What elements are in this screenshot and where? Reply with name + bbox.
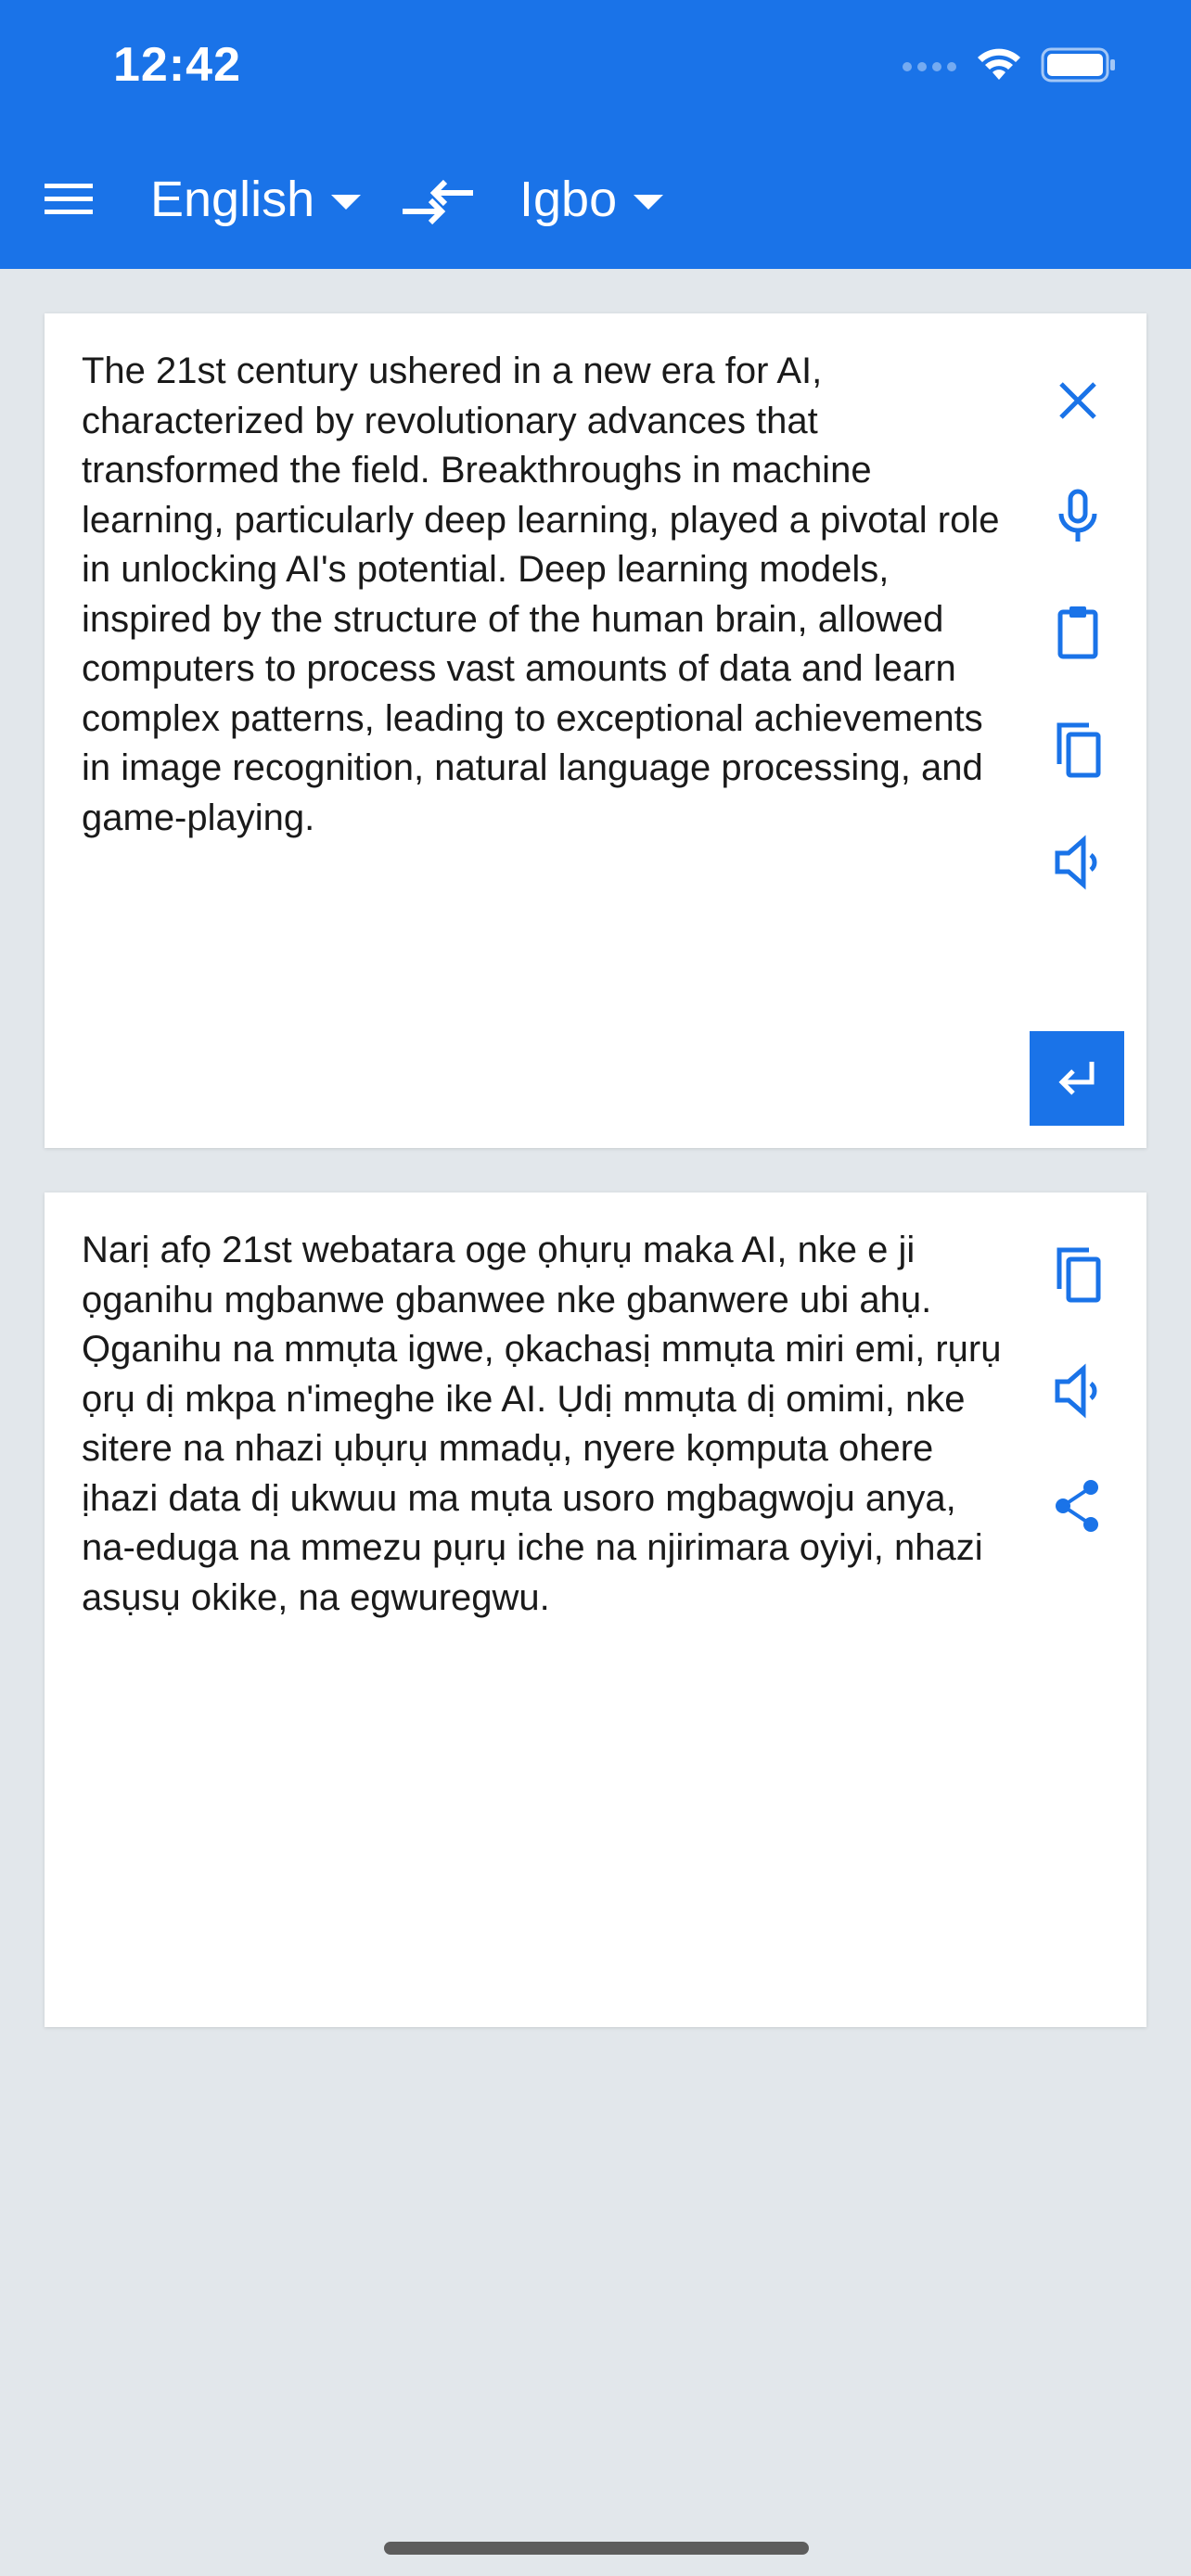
home-indicator[interactable] [384,2542,809,2555]
share-icon[interactable] [1048,1476,1108,1536]
swap-arrows-icon[interactable] [399,176,477,228]
target-language-select[interactable]: Igbo [519,171,665,228]
copy-icon[interactable] [1048,720,1108,779]
status-bar: 12:42 [0,0,1191,130]
source-text-input[interactable]: The 21st century ushered in a new era fo… [82,347,1009,843]
target-language-label: Igbo [519,172,618,227]
speaker-icon[interactable] [1048,1361,1108,1421]
clipboard-icon[interactable] [1048,603,1108,662]
translated-text-card: Narị afọ 21st webatara oge ọhụrụ maka AI… [45,1192,1146,2027]
source-language-label: English [150,172,315,227]
translated-text: Narị afọ 21st webatara oge ọhụrụ maka AI… [82,1230,1002,1618]
source-language-select[interactable]: English [150,171,363,228]
signal-icon [903,62,956,71]
toolbar: English Igbo [0,158,1191,241]
speaker-icon[interactable] [1048,833,1108,892]
enter-icon [1058,1062,1095,1095]
translate-enter-button[interactable] [1030,1031,1124,1126]
wifi-icon [978,48,1020,80]
caret-down-icon [331,195,362,210]
copy-icon[interactable] [1048,1244,1108,1304]
caret-down-icon [634,195,664,210]
battery-icon [1041,47,1115,83]
app-header: 12:42 English Igbo [0,0,1191,269]
source-text-card: The 21st century ushered in a new era fo… [45,313,1146,1148]
status-time: 12:42 [113,38,241,92]
microphone-icon[interactable] [1048,486,1108,545]
close-icon[interactable] [1048,371,1108,430]
status-icons [902,46,1117,83]
hamburger-menu-icon[interactable] [43,178,95,221]
